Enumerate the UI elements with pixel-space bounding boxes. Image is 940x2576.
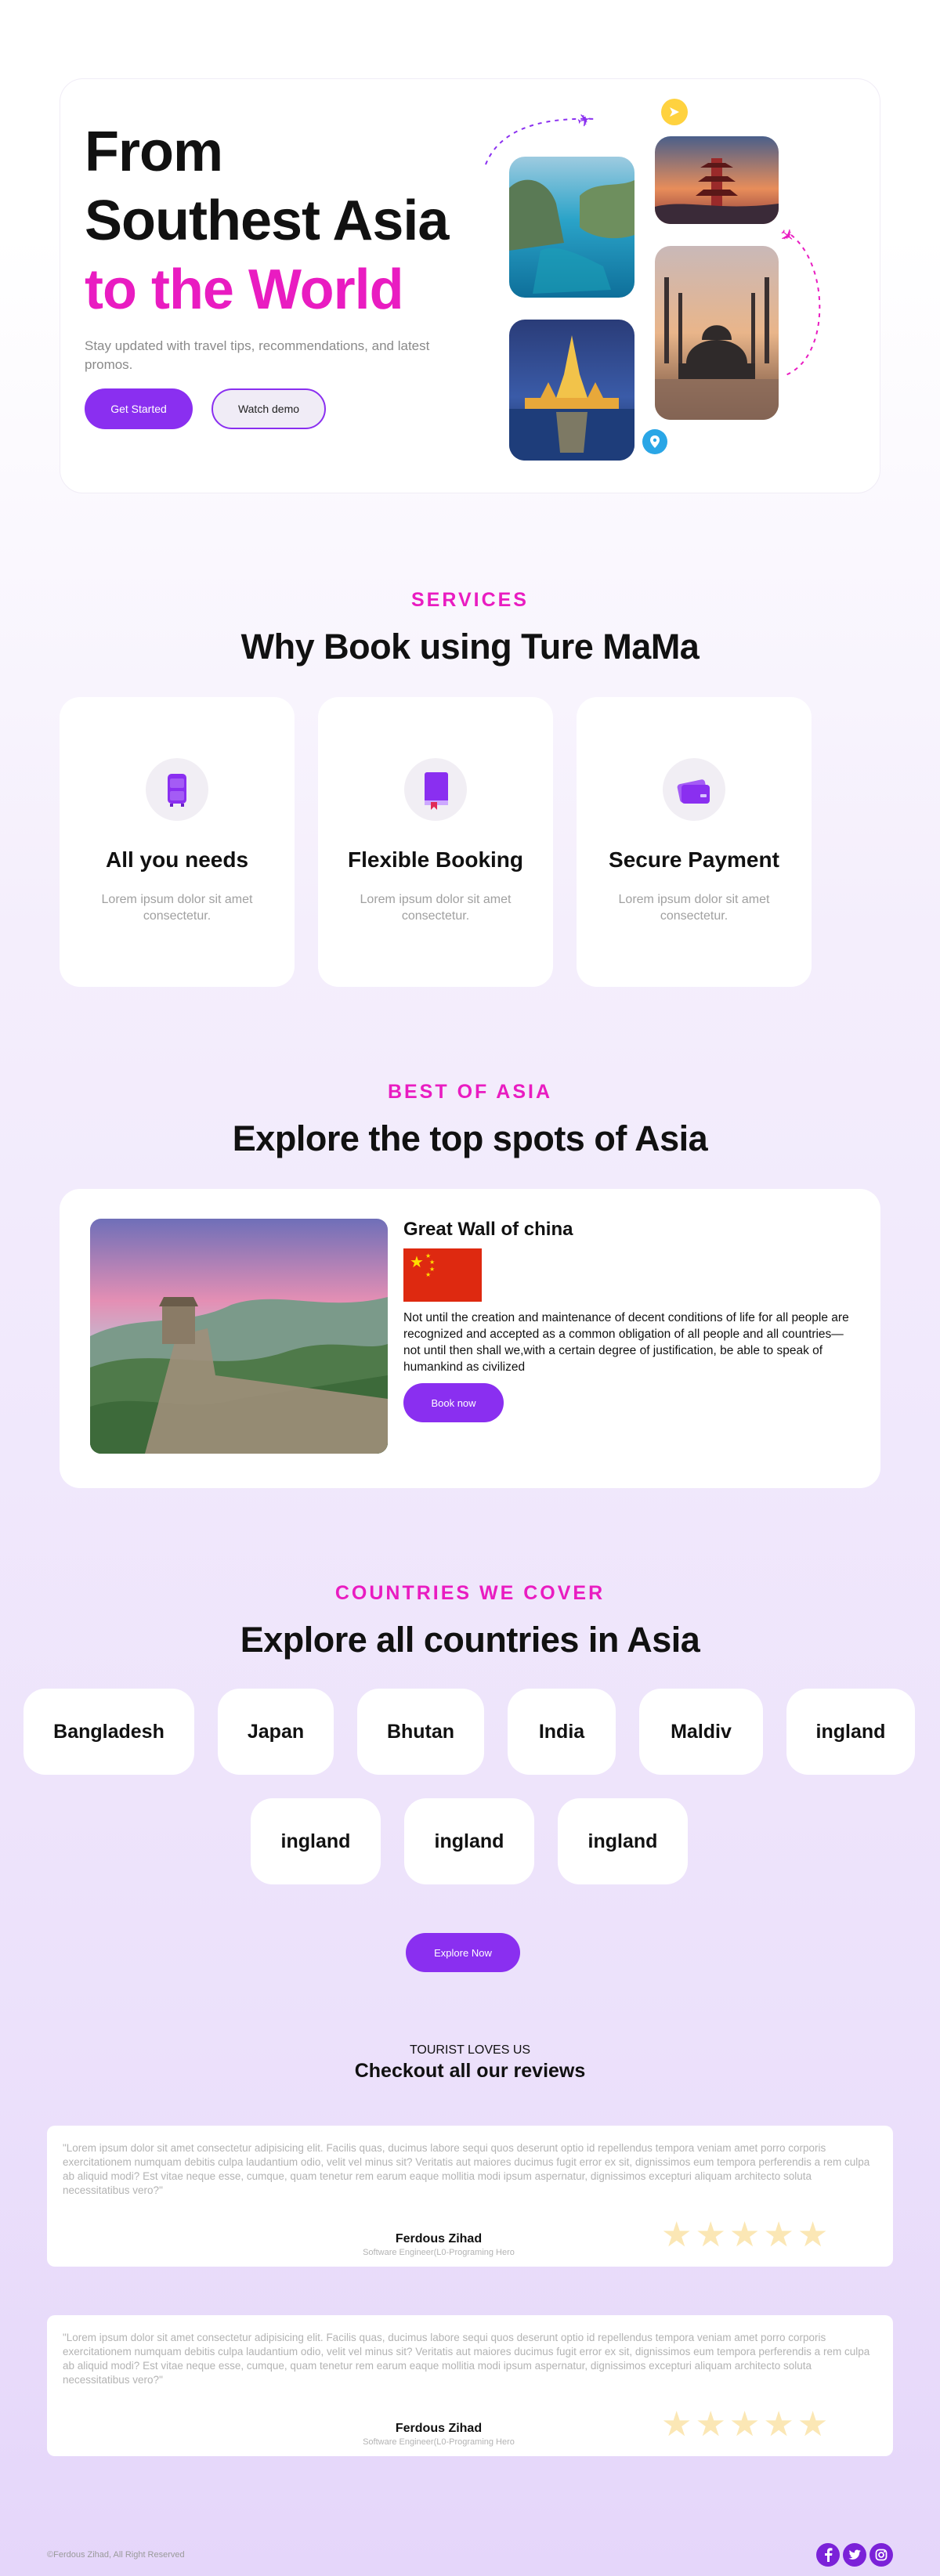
star-icon: ★ [695, 2216, 726, 2254]
reviewer-name: Ferdous Zihad [395, 2422, 483, 2435]
star-icon: ★ [728, 2405, 761, 2444]
star-icon: ★ [763, 2405, 794, 2444]
service-desc: Lorem ipsum dolor sit amet consectetur. [618, 893, 770, 923]
hero-title-line1: From [85, 121, 223, 183]
countries-title: Explore all countries in Asia [240, 1620, 700, 1660]
star-icon: ★ [797, 2405, 829, 2444]
island-photo [509, 157, 634, 298]
get-started-button[interactable]: Get Started [85, 388, 193, 429]
twitter-icon[interactable] [843, 2543, 866, 2567]
location-pin-icon [642, 429, 667, 454]
service-title: Flexible Booking [347, 847, 524, 872]
reviews-eyebrow: TOURIST LOVES US [409, 2043, 531, 2057]
spots-eyebrow: BEST OF ASIA [387, 1081, 553, 1103]
service-title: All you needs [105, 847, 249, 872]
service-card: All you needs Lorem ipsum dolor sit amet… [60, 697, 295, 987]
country-chip-ingland[interactable]: ingland [786, 1689, 915, 1775]
star-icon: ★ [661, 2216, 692, 2254]
hero-subtitle: Stay updated with travel tips, recommend… [85, 338, 430, 372]
send-icon [661, 99, 688, 125]
services-eyebrow: SERVICES [411, 589, 529, 611]
watch-demo-button[interactable]: Watch demo [212, 388, 326, 429]
mosque-photo [655, 246, 779, 420]
temple-photo [509, 320, 634, 461]
country-chip-ingland[interactable]: ingland [251, 1798, 381, 1884]
service-title: Secure Payment [609, 847, 779, 872]
review-text: "Lorem ipsum dolor sit amet consectetur … [63, 2142, 870, 2196]
reviewer-role: Software Engineer(L0-Programing Hero [363, 2248, 515, 2257]
star-rating: ★ ★ ★ ★ ★ [661, 2218, 828, 2253]
hero-title-line2: Southest Asia [85, 190, 449, 252]
spots-title: Explore the top spots of Asia [232, 1118, 708, 1158]
hero-title: From Southest Asia to the World [85, 117, 449, 324]
pagoda-photo [655, 136, 779, 224]
country-chip-ingland[interactable]: ingland [404, 1798, 534, 1884]
svg-text:★: ★ [425, 1271, 431, 1278]
spot-title: Great Wall of china [403, 1219, 573, 1240]
explore-now-button[interactable]: Explore Now [406, 1933, 520, 1972]
star-icon: ★ [695, 2405, 726, 2444]
service-card: Secure Payment Lorem ipsum dolor sit ame… [577, 697, 812, 987]
review-card: "Lorem ipsum dolor sit amet consectetur … [47, 2315, 893, 2456]
book-icon [404, 758, 467, 821]
spot-description: Not until the creation and maintenance o… [403, 1311, 849, 1374]
svg-text:★: ★ [410, 1252, 424, 1271]
services-title: Why Book using Ture MaMa [240, 627, 700, 667]
review-card: "Lorem ipsum dolor sit amet consectetur … [47, 2126, 893, 2267]
service-card: Flexible Booking Lorem ipsum dolor sit a… [318, 697, 553, 987]
star-rating: ★ ★ ★ ★ ★ [661, 2408, 828, 2442]
footer-copyright: ©Ferdous Zihad, All Right Reserved [47, 2550, 185, 2560]
country-chip-india[interactable]: India [508, 1689, 616, 1775]
country-chip-bhutan[interactable]: Bhutan [357, 1689, 484, 1775]
country-chip-bangladesh[interactable]: Bangladesh [24, 1689, 194, 1775]
luggage-icon [146, 758, 208, 821]
book-now-button[interactable]: Book now [403, 1383, 504, 1422]
countries-eyebrow: COUNTRIES WE COVER [334, 1582, 606, 1604]
china-flag-icon: ★ ★ ★ ★ ★ [403, 1248, 482, 1302]
country-chip-maldiv[interactable]: Maldiv [639, 1689, 763, 1775]
hero-title-line3: to the World [85, 258, 404, 321]
service-desc: Lorem ipsum dolor sit amet consectetur. [101, 893, 253, 923]
reviews-title: Checkout all our reviews [354, 2060, 586, 2082]
country-chip-ingland[interactable]: ingland [558, 1798, 688, 1884]
svg-text:★: ★ [429, 1259, 435, 1266]
country-chip-japan[interactable]: Japan [218, 1689, 334, 1775]
facebook-icon[interactable] [816, 2543, 840, 2567]
star-icon: ★ [763, 2216, 794, 2254]
reviewer-name: Ferdous Zihad [395, 2232, 483, 2245]
great-wall-photo [90, 1219, 388, 1454]
star-icon: ★ [728, 2216, 761, 2254]
card-icon [663, 758, 725, 821]
instagram-icon[interactable] [870, 2543, 893, 2567]
review-text: "Lorem ipsum dolor sit amet consectetur … [63, 2332, 870, 2386]
reviewer-role: Software Engineer(L0-Programing Hero [363, 2437, 515, 2447]
star-icon: ★ [661, 2405, 692, 2444]
star-icon: ★ [797, 2216, 829, 2254]
service-desc: Lorem ipsum dolor sit amet consectetur. [360, 893, 512, 923]
